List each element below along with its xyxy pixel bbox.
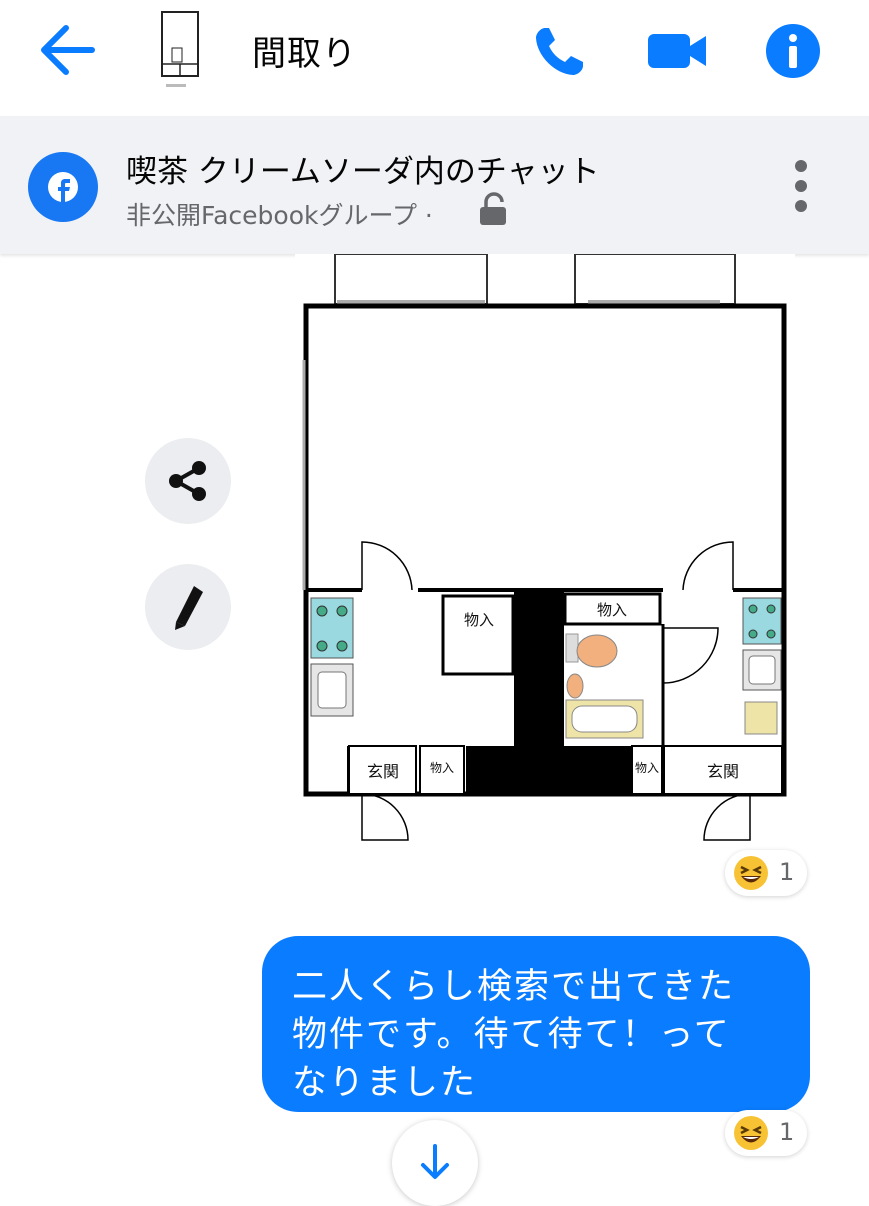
call-button[interactable] bbox=[527, 18, 593, 84]
conversation-title: 間取り bbox=[252, 34, 357, 74]
unlocked-padlock-icon bbox=[480, 192, 506, 225]
outgoing-message-bubble[interactable]: 二人くらし検索で出てきた 物件です。待て待て！って なりました bbox=[262, 936, 810, 1112]
image-reaction-badge[interactable]: 1 bbox=[725, 850, 807, 896]
reaction-count: 1 bbox=[779, 1118, 795, 1146]
group-name: 喫茶 クリームソーダ内のチャット bbox=[126, 154, 600, 190]
reaction-count: 1 bbox=[779, 858, 795, 886]
storage-label-top-right: 物入 bbox=[597, 601, 627, 619]
facebook-logo-icon bbox=[28, 152, 98, 222]
info-icon bbox=[766, 24, 820, 78]
grinning-squinting-face-icon bbox=[734, 856, 768, 890]
storage-label-small-right: 物入 bbox=[635, 761, 659, 775]
edit-button[interactable] bbox=[145, 564, 231, 650]
storage-label-small-left: 物入 bbox=[430, 761, 454, 775]
video-call-button[interactable] bbox=[644, 18, 710, 84]
floorplan-image[interactable]: 物入 物入 玄関 物入 物入 玄関 bbox=[295, 254, 795, 846]
grinning-squinting-face-icon bbox=[734, 1116, 768, 1150]
scroll-to-bottom-button[interactable] bbox=[392, 1120, 478, 1206]
group-privacy-label: 非公開Facebookグループ · bbox=[126, 201, 433, 230]
more-options-button[interactable] bbox=[780, 152, 822, 232]
back-button[interactable] bbox=[36, 20, 100, 80]
video-camera-icon bbox=[648, 34, 706, 68]
entrance-label-right: 玄関 bbox=[707, 762, 739, 781]
entrance-label-left: 玄関 bbox=[367, 762, 399, 781]
conversation-avatar[interactable] bbox=[152, 8, 208, 92]
phone-icon bbox=[536, 28, 583, 75]
share-button[interactable] bbox=[145, 438, 231, 524]
group-chat-banner[interactable]: 喫茶 クリームソーダ内のチャット 非公開Facebookグループ · bbox=[0, 116, 869, 254]
share-icon bbox=[169, 461, 206, 501]
conversation-header: 間取り bbox=[0, 0, 869, 116]
message-text-line: なりました bbox=[292, 1063, 478, 1103]
info-button[interactable] bbox=[760, 18, 826, 84]
storage-label-left: 物入 bbox=[464, 611, 494, 629]
vertical-dots-icon bbox=[795, 160, 807, 212]
message-text-line: 二人くらし検索で出てきた bbox=[292, 967, 735, 1007]
message-text-line: 物件です。待て待て！って bbox=[292, 1015, 731, 1055]
arrow-left-icon bbox=[41, 25, 95, 75]
message-reaction-badge[interactable]: 1 bbox=[725, 1110, 807, 1156]
arrow-down-icon bbox=[421, 1144, 449, 1179]
pencil-icon bbox=[175, 586, 203, 630]
